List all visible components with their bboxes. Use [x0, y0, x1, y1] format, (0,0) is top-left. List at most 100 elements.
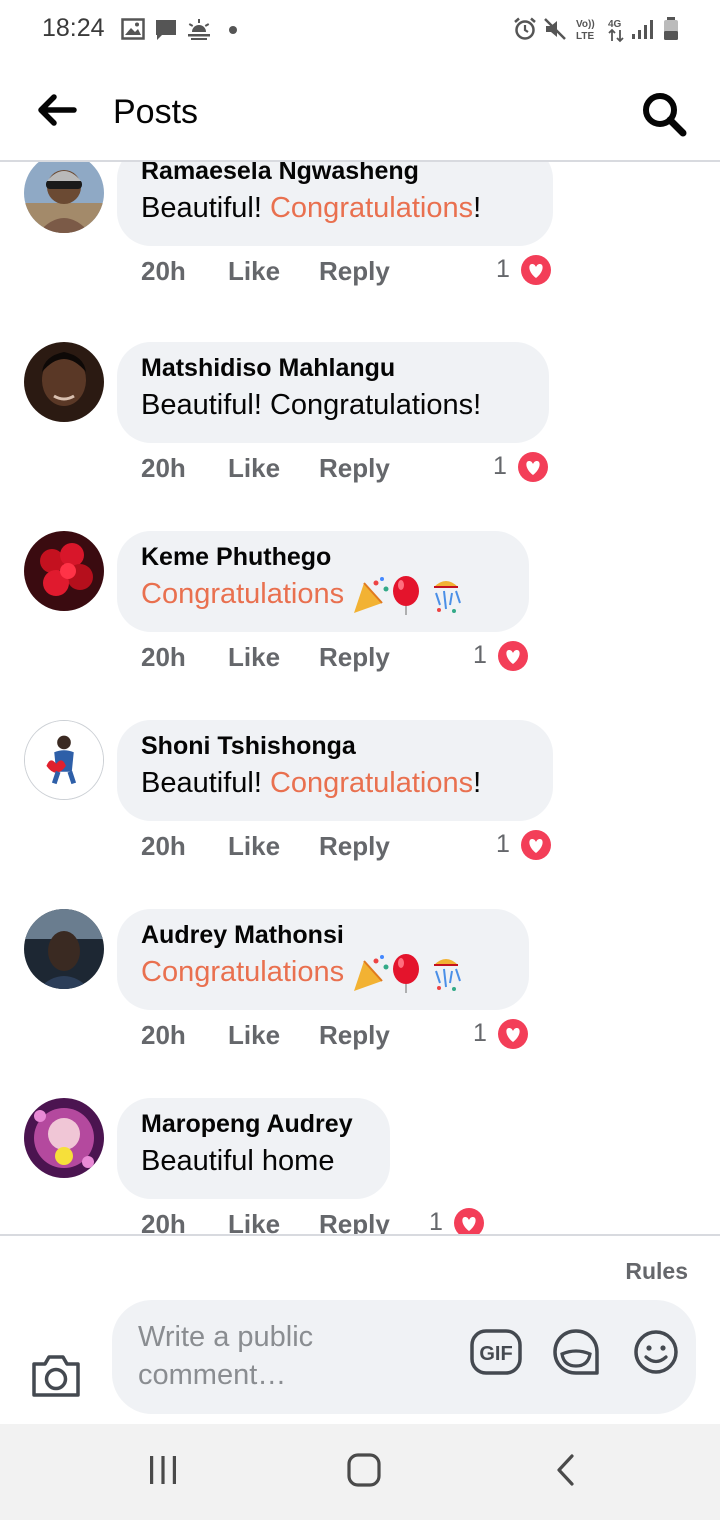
status-bar: 18:24 Vo)) LTE 4G — [0, 0, 720, 60]
comment-author[interactable]: Audrey Mathonsi — [141, 919, 505, 951]
comment-input-placeholder: Write a public comment… — [138, 1321, 314, 1391]
avatar[interactable] — [24, 162, 104, 233]
avatar[interactable] — [24, 909, 104, 989]
sticker-icon[interactable] — [552, 1328, 600, 1376]
rules-link[interactable]: Rules — [625, 1258, 688, 1285]
heart-icon[interactable] — [518, 252, 554, 288]
heart-icon[interactable] — [495, 1016, 531, 1052]
heart-icon[interactable] — [518, 827, 554, 863]
reply-button[interactable]: Reply — [319, 453, 390, 484]
comment-text-plain: Beautiful! Congratulations! — [141, 389, 482, 421]
comment-item: Ramaesela Ngwasheng Beautiful! Congratul… — [0, 162, 720, 324]
svg-text:GIF: GIF — [479, 1343, 512, 1365]
comment-author[interactable]: Shoni Tshishonga — [141, 730, 529, 762]
4g-icon: 4G — [608, 19, 624, 43]
reaction-count[interactable]: 1 — [473, 1019, 487, 1048]
home-icon[interactable] — [346, 1452, 382, 1488]
like-button[interactable]: Like — [228, 256, 280, 287]
heart-icon[interactable] — [451, 1205, 487, 1234]
comment-text: Beautiful home — [141, 1140, 366, 1182]
notification-dot — [229, 26, 237, 34]
party-emoji-icons — [354, 954, 462, 994]
volte-icon: Vo)) LTE — [576, 19, 595, 42]
comment-item: Matshidiso Mahlangu Beautiful! Congratul… — [0, 324, 720, 513]
comments-list: Ramaesela Ngwasheng Beautiful! Congratul… — [0, 162, 720, 1234]
page-title: Posts — [113, 93, 199, 131]
avatar[interactable] — [24, 342, 104, 422]
comment-time: 20h — [141, 1020, 186, 1050]
system-nav-bar — [0, 1424, 720, 1520]
like-button[interactable]: Like — [228, 831, 280, 862]
comment-time: 20h — [141, 256, 186, 286]
status-time: 18:24 — [42, 14, 105, 42]
comment-text-highlight[interactable]: Congratulations — [141, 956, 344, 988]
comment-composer: Rules Write a public comment… GIF — [0, 1234, 720, 1424]
camera-icon[interactable] — [30, 1352, 82, 1398]
comment-text: Congratulations — [141, 951, 505, 994]
comment-input[interactable]: Write a public comment… GIF — [112, 1300, 696, 1414]
comment-bubble: Keme Phuthego Congratulations — [117, 531, 529, 632]
back-icon[interactable] — [553, 1452, 577, 1488]
heart-icon[interactable] — [495, 638, 531, 674]
comment-item: Keme Phuthego Congratulations 20h Like R… — [0, 513, 720, 702]
reaction-count[interactable]: 1 — [429, 1208, 443, 1234]
comment-text: Congratulations — [141, 573, 505, 616]
back-arrow-icon[interactable] — [34, 92, 78, 128]
search-icon[interactable] — [640, 90, 688, 138]
heart-icon[interactable] — [515, 449, 551, 485]
alarm-icon — [514, 17, 536, 40]
comment-text-highlight[interactable]: Congratulations — [270, 192, 473, 224]
message-icon — [156, 20, 176, 40]
comment-item: Maropeng Audrey Beautiful home 20h Like … — [0, 1080, 720, 1234]
avatar[interactable] — [24, 720, 104, 800]
battery-icon — [664, 17, 678, 40]
comment-text-plain: Beautiful home — [141, 1145, 335, 1177]
reply-button[interactable]: Reply — [319, 831, 390, 862]
comment-time: 20h — [141, 453, 186, 483]
gallery-icon — [121, 18, 145, 40]
comment-text-end: ! — [473, 192, 482, 224]
avatar[interactable] — [24, 531, 104, 611]
reaction-count[interactable]: 1 — [496, 255, 510, 284]
like-button[interactable]: Like — [228, 1209, 280, 1234]
comment-time: 20h — [141, 831, 186, 861]
like-button[interactable]: Like — [228, 453, 280, 484]
party-emoji-icons — [354, 576, 462, 616]
smiley-icon[interactable] — [632, 1328, 680, 1376]
comment-text-highlight[interactable]: Congratulations — [270, 767, 473, 799]
weather-icon — [188, 19, 210, 40]
like-button[interactable]: Like — [228, 642, 280, 673]
signal-icon — [632, 20, 653, 39]
like-button[interactable]: Like — [228, 1020, 280, 1051]
comment-time: 20h — [141, 642, 186, 672]
svg-text:LTE: LTE — [576, 31, 594, 42]
avatar[interactable] — [24, 1098, 104, 1178]
comment-author[interactable]: Matshidiso Mahlangu — [141, 352, 525, 384]
comment-text-end: ! — [473, 767, 482, 799]
comment-text-highlight[interactable]: Congratulations — [141, 578, 344, 610]
comment-bubble: Matshidiso Mahlangu Beautiful! Congratul… — [117, 342, 549, 443]
reaction-count[interactable]: 1 — [493, 452, 507, 481]
comment-author[interactable]: Keme Phuthego — [141, 541, 505, 573]
reply-button[interactable]: Reply — [319, 642, 390, 673]
reaction-count[interactable]: 1 — [473, 641, 487, 670]
reply-button[interactable]: Reply — [319, 1020, 390, 1051]
reply-button[interactable]: Reply — [319, 256, 390, 287]
gif-button[interactable]: GIF — [470, 1328, 522, 1376]
comment-bubble: Shoni Tshishonga Beautiful! Congratulati… — [117, 720, 553, 821]
app-header: Posts — [0, 60, 720, 162]
comment-bubble: Maropeng Audrey Beautiful home — [117, 1098, 390, 1199]
comment-author[interactable]: Ramaesela Ngwasheng — [141, 162, 529, 187]
svg-text:Vo)): Vo)) — [576, 19, 595, 30]
comment-author[interactable]: Maropeng Audrey — [141, 1108, 366, 1140]
comment-text: Beautiful! Congratulations! — [141, 187, 529, 229]
comment-text-plain: Beautiful! — [141, 192, 270, 224]
reply-button[interactable]: Reply — [319, 1209, 390, 1234]
recents-icon[interactable] — [147, 1452, 179, 1488]
svg-text:4G: 4G — [608, 19, 622, 30]
comment-text: Beautiful! Congratulations! — [141, 762, 529, 804]
reaction-count[interactable]: 1 — [496, 830, 510, 859]
comment-bubble: Ramaesela Ngwasheng Beautiful! Congratul… — [117, 162, 553, 246]
mute-icon — [544, 18, 566, 40]
comment-text-plain: Beautiful! — [141, 767, 270, 799]
